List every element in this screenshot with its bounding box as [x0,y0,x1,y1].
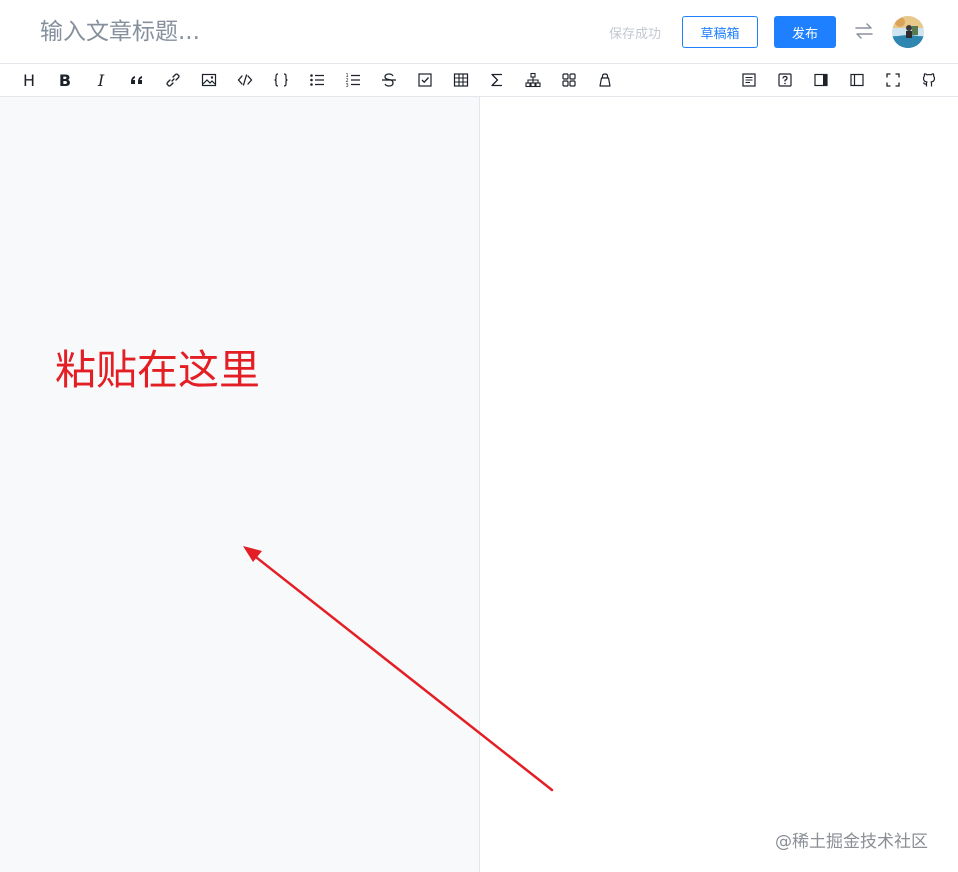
diagram-icon [525,72,541,88]
ordered-list-icon: 123 [346,73,360,88]
table-icon [453,73,469,87]
bold-icon: B [58,70,72,90]
right-panel-icon [814,73,828,87]
strikethrough-icon [382,73,396,87]
watermark: @稀土掘金技术社区 [775,832,928,852]
editor-header: 保存成功 草稿箱 发布 [0,0,958,64]
github-button[interactable] [917,69,941,91]
chart-button[interactable] [521,69,545,91]
fullscreen-icon [886,73,900,87]
toc-button[interactable] [737,69,761,91]
save-status: 保存成功 [609,27,662,42]
grid-icon [562,73,576,87]
heading-button[interactable]: H [17,69,41,91]
drafts-button[interactable]: 草稿箱 [682,16,758,48]
question-icon [778,73,792,87]
braces-icon [274,73,288,87]
ordered-list-button[interactable]: 123 [341,69,365,91]
unordered-list-button[interactable] [305,69,329,91]
italic-icon: I [97,70,105,90]
image-button[interactable] [197,69,221,91]
code-block-button[interactable] [269,69,293,91]
italic-button[interactable]: I [89,69,113,91]
paste-here-annotation: 粘贴在这里 [55,346,260,394]
article-title-input[interactable] [28,14,548,50]
svg-text:3: 3 [346,83,349,88]
preview-pane [480,97,958,872]
quote-icon [131,76,142,84]
plugins-button[interactable] [557,69,581,91]
quote-button[interactable] [125,69,149,91]
strikethrough-button[interactable] [377,69,401,91]
avatar[interactable] [892,16,924,48]
heading-icon: H [22,70,36,90]
image-icon [201,73,217,87]
link-icon [166,73,180,87]
markdown-editor-pane[interactable] [0,97,479,872]
task-list-button[interactable] [413,69,437,91]
publish-button[interactable]: 发布 [774,16,836,48]
theme-button[interactable] [593,69,617,91]
switch-arrows-icon[interactable] [853,20,875,42]
document-icon [742,73,756,87]
left-panel-icon [850,73,864,87]
code-button[interactable] [233,69,257,91]
link-button[interactable] [161,69,185,91]
sigma-icon [491,73,502,87]
editor-toolbar: H B I 123 [0,64,958,97]
editor-only-button[interactable] [845,69,869,91]
bag-icon [599,73,611,87]
help-button[interactable] [773,69,797,91]
code-icon [237,74,253,86]
formula-button[interactable] [485,69,509,91]
github-icon [922,73,936,87]
bullet-list-icon [310,74,324,86]
table-button[interactable] [449,69,473,91]
bold-button[interactable]: B [53,69,77,91]
preview-only-button[interactable] [809,69,833,91]
fullscreen-button[interactable] [881,69,905,91]
checkbox-icon [418,73,432,87]
